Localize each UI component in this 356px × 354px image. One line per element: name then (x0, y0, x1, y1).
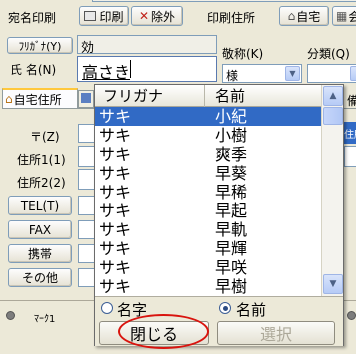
list-item-furigana: サキ (99, 201, 132, 221)
select-button-label: 選択 (259, 325, 292, 344)
list-item-name: 早稀 (215, 182, 248, 202)
list-item-name: 早輝 (215, 239, 248, 259)
list-header: フリガナ 名前 (95, 85, 321, 107)
house-icon: ⌂ (287, 9, 296, 23)
keisho-label: 敬称(K) (222, 47, 264, 61)
name-value: 高さき (82, 63, 131, 82)
list-item[interactable]: サキ 早起 (95, 201, 321, 221)
tab-home-address-label: 自宅住所 (13, 92, 62, 107)
list-item-furigana: サキ (99, 258, 132, 278)
header-name[interactable]: 名前 (205, 85, 321, 107)
print-address-label: 印刷住所 (207, 11, 256, 25)
fax-button[interactable]: FAX (8, 220, 72, 239)
keisho-value: 様 (226, 69, 239, 83)
candidate-list[interactable]: サキ 小紀 サキ 小樹 サキ 爽季 サキ 早葵 サキ 早稀 サキ 早起 サキ 早軌 サキ 早輝 サキ 早咲 サキ 早樹 (95, 107, 321, 296)
chevron-down-icon-2[interactable] (350, 66, 356, 81)
tab-home-address[interactable]: ⌂ 自宅住所 (2, 88, 78, 108)
list-item-name: 早咲 (215, 258, 248, 278)
other-button[interactable]: その他 (8, 268, 72, 287)
scroll-up-icon[interactable]: ▲ (323, 86, 343, 106)
right-fragment-2: 住所 (344, 130, 356, 141)
chevron-down-icon[interactable]: ▼ (285, 66, 300, 81)
list-item[interactable]: サキ 早葵 (95, 164, 321, 183)
scroll-down-icon[interactable]: ▼ (323, 274, 343, 294)
list-item[interactable]: サキ 早稀 (95, 183, 321, 202)
list-item-furigana: サキ (99, 239, 132, 259)
furigana-button[interactable]: ﾌﾘｶﾞﾅ(Y) (7, 37, 73, 54)
exclude-button-label: 除外 (151, 9, 176, 24)
print-button[interactable]: 印刷 (79, 6, 129, 26)
name-label: 氏 名(N) (10, 63, 57, 77)
keisho-select[interactable]: 様 ▼ (222, 64, 302, 83)
list-item-furigana: サキ (99, 182, 132, 202)
radio-namae-label[interactable]: 名前 (236, 299, 266, 320)
list-item[interactable]: サキ 早咲 (95, 258, 321, 277)
list-item-furigana: サキ (99, 144, 132, 164)
tab-second[interactable] (78, 90, 94, 108)
other-button-label: その他 (21, 271, 58, 285)
mark1-radio-icon[interactable] (6, 311, 15, 320)
list-item[interactable]: サキ 早軌 (95, 220, 321, 239)
name-candidate-popup: フリガナ 名前 サキ 小紀 サキ 小樹 サキ 爽季 サキ 早葵 サキ 早稀 サキ 早起 サキ 早軌 サキ 早輝… (94, 84, 344, 346)
address2-label: 住所2(2) (17, 176, 66, 190)
radio-myoji[interactable] (101, 302, 113, 314)
list-item[interactable]: サキ 爽季 (95, 145, 321, 164)
mobile-button[interactable]: 携帯 (8, 244, 72, 263)
address1-label: 住所1(1) (17, 153, 66, 167)
close-highlight-circle (118, 314, 209, 349)
list-item-name: 早樹 (215, 277, 248, 296)
text-caret (130, 60, 131, 78)
list-item-name: 小紀 (215, 107, 248, 126)
top-number-field: 2355887007500 (92, 0, 356, 2)
bunrui-label: 分類(Q) (307, 47, 350, 61)
list-item-name: 早軌 (215, 220, 248, 240)
list-item-furigana: サキ (99, 277, 132, 296)
exclude-button[interactable]: ✕ 除外 (131, 6, 183, 26)
list-item-name: 小樹 (215, 125, 248, 145)
list-item-name: 早起 (215, 201, 248, 221)
name-input[interactable]: 高さき (77, 56, 217, 82)
exclude-icon: ✕ (138, 9, 150, 23)
tel-button-label: TEL(T) (20, 198, 60, 213)
company-icon-tab (81, 93, 91, 103)
select-button[interactable]: 選択 (217, 321, 335, 345)
mark1-label: ﾏｰｸ1 (34, 314, 56, 325)
furigana-button-label: ﾌﾘｶﾞﾅ(Y) (18, 39, 62, 53)
furigana-field[interactable]: 効 (77, 35, 217, 56)
list-item-name: 早葵 (215, 163, 248, 183)
sort-radio-row: 名字 名前 (95, 296, 343, 320)
company-icon: ▦ (336, 9, 348, 23)
house-icon-tab: ⌂ (5, 92, 13, 106)
fax-button-label: FAX (28, 222, 52, 237)
mark1-end-icon (347, 311, 356, 320)
company-address-button-label: 会 (348, 9, 356, 24)
tel-button[interactable]: TEL(T) (8, 196, 72, 215)
printer-icon (84, 11, 97, 21)
list-item[interactable]: サキ 早輝 (95, 239, 321, 258)
radio-namae[interactable] (219, 302, 231, 314)
list-item-furigana: サキ (99, 107, 132, 126)
zip-label: 〒(Z) (30, 130, 60, 144)
right-highlight-tab[interactable]: 住所 (344, 122, 356, 144)
furigana-value: 効 (81, 41, 95, 56)
right-field[interactable] (344, 146, 356, 167)
mobile-button-label: 携帯 (27, 247, 52, 261)
scroll-thumb[interactable] (323, 107, 343, 125)
print-button-label: 印刷 (99, 9, 124, 24)
company-address-button[interactable]: ▦ 会 (332, 6, 356, 26)
right-fragment-1: 備 (347, 94, 356, 108)
list-item-furigana: サキ (99, 125, 132, 145)
list-scrollbar[interactable]: ▲ ▼ (321, 85, 343, 296)
home-address-button[interactable]: ⌂ 自宅 (279, 6, 329, 26)
list-item-furigana: サキ (99, 220, 132, 240)
home-address-button-label: 自宅 (296, 9, 321, 24)
list-item[interactable]: サキ 小樹 (95, 126, 321, 145)
list-item-name: 爽季 (215, 144, 248, 164)
header-furigana[interactable]: フリガナ (95, 85, 205, 107)
list-item[interactable]: サキ 早樹 (95, 277, 321, 296)
list-item-furigana: サキ (99, 163, 132, 183)
atena-print-label: 宛名印刷 (8, 11, 57, 25)
list-item[interactable]: サキ 小紀 (95, 107, 321, 126)
bunrui-select[interactable] (307, 64, 356, 83)
